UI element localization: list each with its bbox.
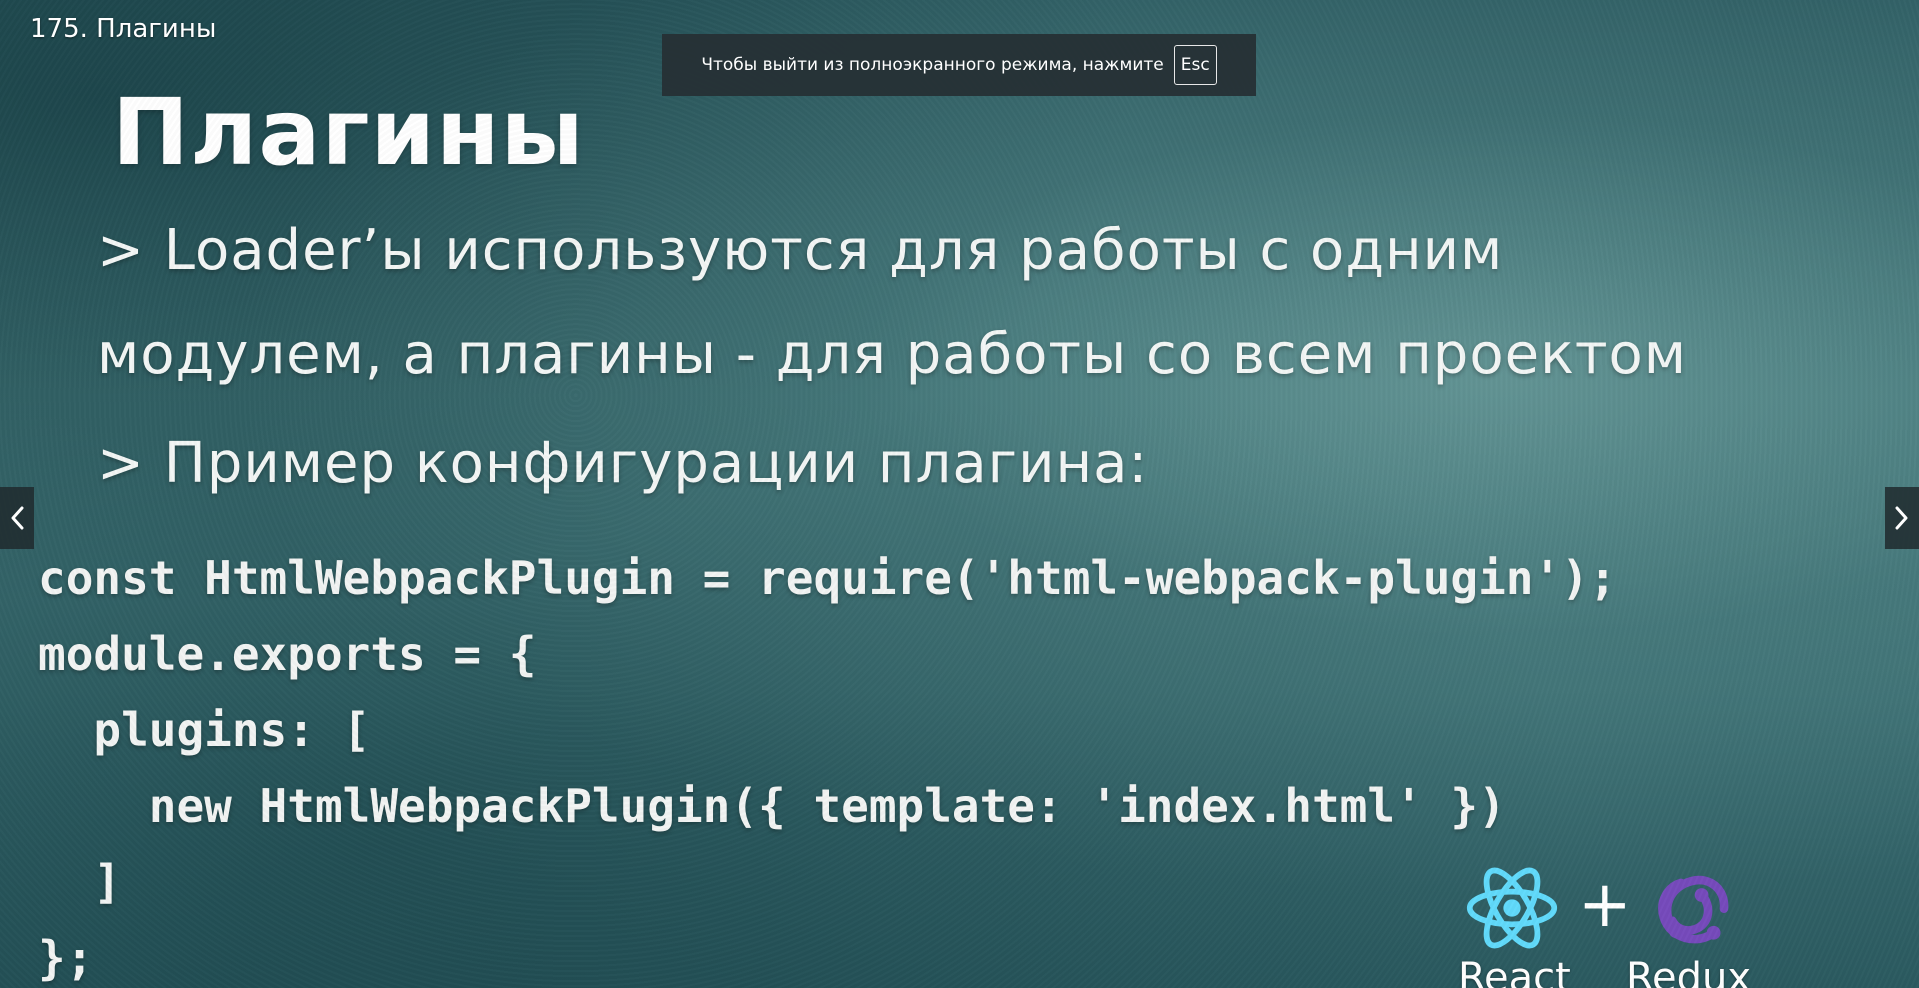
code-line: module.exports = { bbox=[38, 627, 537, 681]
bullet-loaders-continued: модулем, а плагины - для работы со всем … bbox=[97, 322, 1688, 387]
video-title: 175. Плагины bbox=[30, 14, 217, 44]
plus-sign: + bbox=[1578, 868, 1632, 942]
code-line: ] bbox=[38, 855, 122, 909]
code-line: const HtmlWebpackPlugin = require('html-… bbox=[38, 551, 1617, 605]
previous-lesson-button[interactable] bbox=[0, 487, 34, 549]
bullet-plugin-example: > Пример конфигурации плагина: bbox=[97, 431, 1149, 496]
redux-label: Redux bbox=[1626, 955, 1752, 988]
chevron-right-icon bbox=[1895, 506, 1908, 530]
code-line: }; bbox=[38, 931, 94, 985]
fullscreen-notice-text: Чтобы выйти из полноэкранного режима, на… bbox=[701, 55, 1164, 75]
next-lesson-button[interactable] bbox=[1885, 487, 1919, 549]
react-logo-icon bbox=[1466, 867, 1558, 949]
react-label: React bbox=[1458, 955, 1571, 988]
slide-heading: Плагины bbox=[112, 79, 585, 186]
video-frame: Плагины > Loader’ы используются для рабо… bbox=[0, 0, 1919, 988]
tech-logos: + React Redux bbox=[1458, 860, 1764, 988]
bullet-loaders: > Loader’ы используются для работы с одн… bbox=[97, 218, 1504, 283]
fullscreen-exit-notice: Чтобы выйти из полноэкранного режима, на… bbox=[662, 34, 1256, 96]
esc-key-badge: Esc bbox=[1173, 45, 1217, 85]
code-block: const HtmlWebpackPlugin = require('html-… bbox=[38, 540, 1617, 988]
code-line: plugins: [ bbox=[38, 703, 371, 757]
chevron-left-icon bbox=[11, 506, 24, 530]
redux-logo-icon bbox=[1658, 875, 1729, 944]
code-line: new HtmlWebpackPlugin({ template: 'index… bbox=[38, 779, 1506, 833]
